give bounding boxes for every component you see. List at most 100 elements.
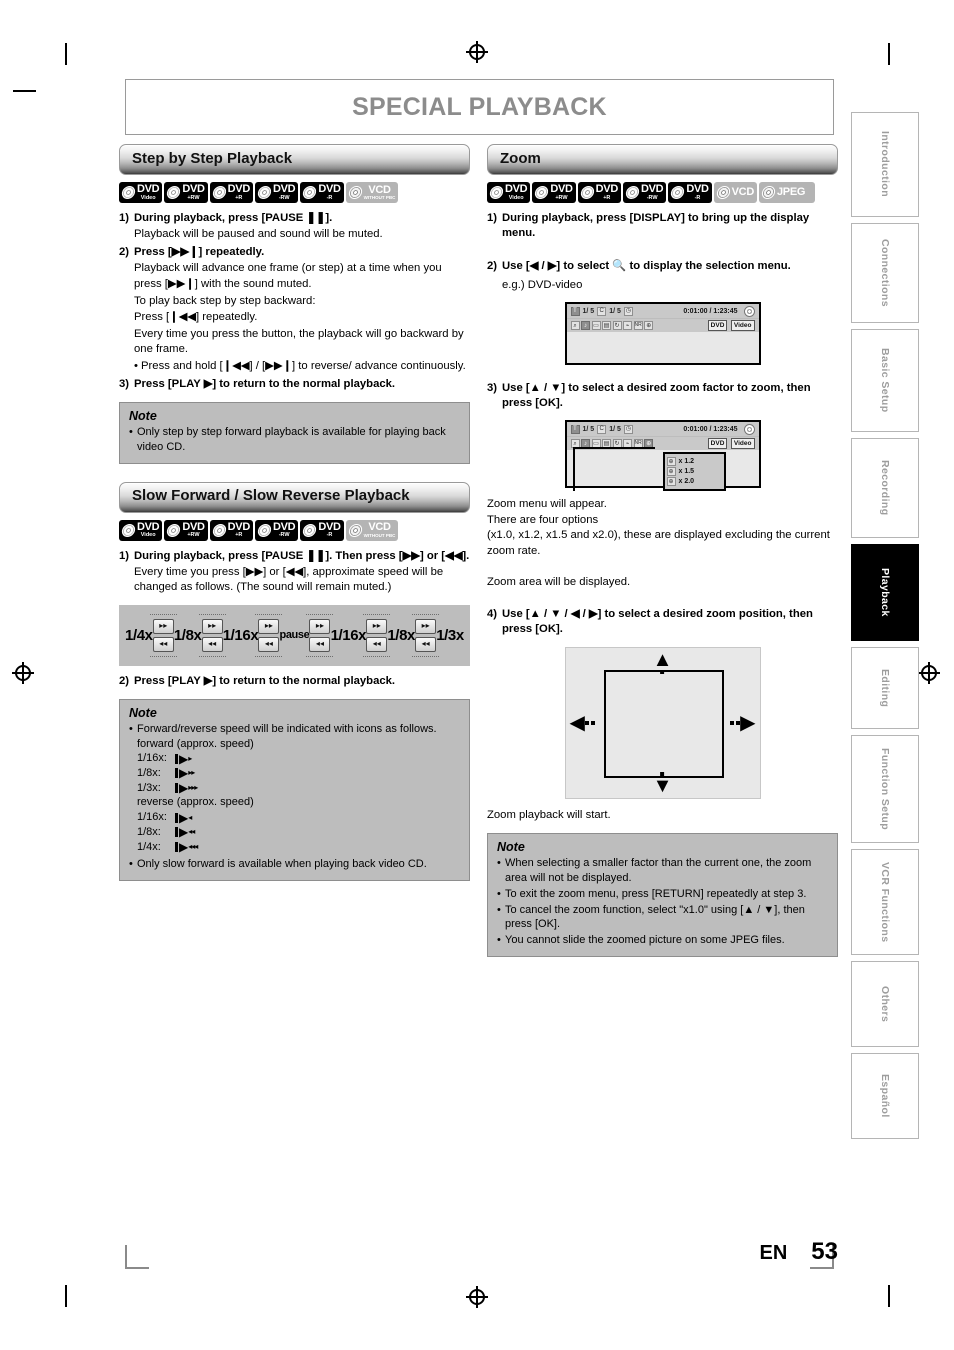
sidebar-tab-espanol[interactable]: Español: [851, 1053, 919, 1139]
forward-speed-row-1-16x: 1/16x: ▶ ▸: [137, 751, 460, 766]
disc-type-tag: DVD: [707, 438, 728, 450]
page-frame-bottom: [125, 1267, 149, 1269]
arrow-down-icon: ▼: [652, 774, 673, 797]
sidebar-tab-recording[interactable]: Recording: [851, 438, 919, 538]
zoom-icon: ⊕: [666, 467, 676, 477]
crop-mark-top-right-v: [888, 43, 890, 65]
fast-reverse-button-icon[interactable]: ◂◂: [152, 636, 174, 652]
zoom-factor-menu[interactable]: ⊕ x 1.2 ⊕ x 1.5 ⊕ x 2.0: [662, 452, 726, 492]
reverse-speed-key: 1/8x:: [137, 825, 161, 838]
sidebar-tab-function-setup[interactable]: Function Setup: [851, 735, 919, 843]
fast-forward-button-icon[interactable]: ▸▸: [258, 618, 280, 634]
fast-reverse-button-icon[interactable]: ◂◂: [366, 636, 388, 652]
fast-forward-button-icon[interactable]: ▸▸: [309, 618, 331, 634]
fast-forward-button-icon[interactable]: ▸▸: [152, 618, 174, 634]
forward-speed-key: 1/8x:: [137, 766, 161, 779]
chapter-icon: C: [597, 306, 607, 316]
move-right-indicator: ▶: [730, 713, 756, 733]
step-2-body-4: Every time you press the button, the pla…: [134, 327, 464, 356]
motion-dots-icon: [584, 720, 595, 725]
sidebar-tab-introduction[interactable]: Introduction: [851, 112, 919, 217]
disc-badge-dvd-minus-r: DVD -R: [300, 182, 344, 203]
speed-button-pair: ▸▸ ◂◂: [255, 612, 283, 659]
speed-button-pair: ▸▸ ◂◂: [306, 612, 334, 659]
disc-badges-step-by-step: DVD Video DVD +RW DVD +R DVD -RW DVD -R VCD WI…: [119, 182, 470, 203]
fast-forward-button-icon[interactable]: ▸▸: [366, 618, 388, 634]
sidebar-tab-playback[interactable]: Playback: [851, 544, 919, 641]
speed-label-4: 1/16x: [330, 626, 367, 644]
fast-reverse-button-icon[interactable]: ◂◂: [258, 636, 280, 652]
sidebar-tab-label: Function Setup: [879, 747, 891, 830]
sidebar-tab-others[interactable]: Others: [851, 961, 919, 1047]
zoom-icon[interactable]: ⊕: [644, 321, 654, 331]
fast-reverse-button-icon[interactable]: ◂◂: [201, 636, 223, 652]
repeat-icon: ↻: [612, 321, 622, 331]
disc-status-icon: [743, 423, 755, 435]
zoom-icon: ⊕: [666, 457, 676, 467]
zoom-step-1-number: 1): [487, 212, 498, 224]
sidebar-tab-connections[interactable]: Connections: [851, 223, 919, 323]
sidebar-tab-label: Español: [879, 1074, 891, 1118]
title-value: 1/ 5: [582, 307, 595, 315]
clock-icon: ◷: [623, 424, 633, 434]
registration-mark-left: [12, 662, 34, 684]
disc-badge-title: VCD: [368, 521, 391, 534]
sidebar-tab-basic-setup[interactable]: Basic Setup: [851, 329, 919, 432]
zoom-step-4-row: 4) Use [▲ / ▼ / ◀ / ▶] to select a desir…: [487, 607, 838, 637]
sidebar-tab-editing[interactable]: Editing: [851, 647, 919, 729]
disc-platter-icon: [256, 186, 273, 199]
leader-line-horizontal: [573, 447, 655, 450]
reverse-speed-key: 1/4x:: [137, 840, 161, 853]
disc-badge-title: DVD: [318, 520, 341, 533]
disc-badge-dvd-video: DVD Video: [487, 182, 531, 203]
zoom-step-2-number: 2): [487, 259, 498, 272]
disc-badge-title: DVD: [272, 183, 296, 195]
disc-badge-sub: +RW: [187, 532, 200, 539]
osd-info-row: T 1/ 5 C 1/ 5 ◷ 0:01:00 / 1:23:45: [566, 422, 759, 438]
zoom-step-2-example: e.g.) DVD-video: [502, 278, 583, 291]
disc-badge-sub: +RW: [187, 194, 200, 201]
zoom-option-row[interactable]: ⊕ x 1.2: [666, 457, 722, 467]
disc-badge-sub: WITHOUT PBC: [363, 195, 396, 200]
right-column: Zoom DVD Video DVD +RW DVD +R DVD -RW DVD -R …: [487, 144, 838, 957]
disc-platter-icon: [211, 186, 227, 199]
fast-forward-button-icon[interactable]: ▸▸: [201, 618, 223, 634]
zoom-after3-line-3: (x1.0, x1.2, x1.5 and x2.0), these are d…: [487, 529, 830, 557]
slow-step-1-number: 1): [119, 549, 130, 562]
disc-badges-slow-playback: DVD Video DVD +RW DVD +R DVD -RW DVD -R VCD WI…: [119, 519, 470, 541]
sidebar-tab-vcr-functions[interactable]: VCR Functions: [851, 849, 919, 955]
chapter-value: 1/ 5: [609, 425, 621, 433]
fast-forward-button-icon[interactable]: ▸▸: [415, 618, 437, 634]
zoom-step-3-row: 3) Use [▲ / ▼] to select a desired zoom …: [487, 381, 838, 411]
speed-button-pair: ▸▸ ◂◂: [363, 612, 391, 659]
chapter-value: 1/ 5: [609, 307, 621, 315]
slow-forward-1-8x-icon: ▶ ▸▸: [175, 767, 195, 779]
slow-reverse-1-4x-icon: ▶ ◂◂◂: [175, 841, 198, 853]
search-icon: ⌕: [570, 321, 580, 331]
disc-platter-icon: [347, 523, 363, 537]
speed-label-5: 1/8x: [387, 626, 415, 644]
bullet-dot: •: [497, 934, 501, 947]
note-box-zoom: Note • When selecting a smaller factor t…: [487, 833, 838, 957]
zoom-option-row[interactable]: ⊕ x 2.0: [666, 477, 722, 487]
video-format-tag: Video: [730, 438, 755, 450]
disc-platter-icon: [302, 186, 318, 199]
zoom-option-label: x 1.5: [678, 468, 695, 476]
angle-icon: ▤: [602, 321, 611, 331]
section-header-step-by-step: Step by Step Playback: [119, 144, 470, 175]
step-1-number: 1): [119, 212, 130, 224]
note-item: • To exit the zoom menu, press [RETURN] …: [497, 887, 828, 902]
disc-badge-dvd-plus-r: DVD +R: [577, 182, 621, 203]
step-1-body: Playback will be paused and sound will b…: [134, 227, 383, 240]
disc-badge-dvd-plus-rw: DVD +RW: [532, 182, 576, 203]
fast-reverse-button-icon[interactable]: ◂◂: [309, 636, 331, 652]
forward-speed-label: forward (approx. speed): [137, 737, 254, 750]
title-icon: T: [570, 424, 580, 434]
slow-step-1-body: Every time you press [▶▶] or [◀◀], appro…: [134, 565, 444, 594]
disc-badge-title: DVD: [227, 520, 251, 533]
disc-badge-jpeg: JPEG: [758, 182, 815, 203]
zoom-option-row[interactable]: ⊕ x 1.5: [666, 467, 722, 477]
disc-badge-dvd-plus-rw: DVD +RW: [164, 182, 208, 203]
disc-badge-title: DVD: [137, 520, 160, 533]
fast-reverse-button-icon[interactable]: ◂◂: [415, 636, 437, 652]
